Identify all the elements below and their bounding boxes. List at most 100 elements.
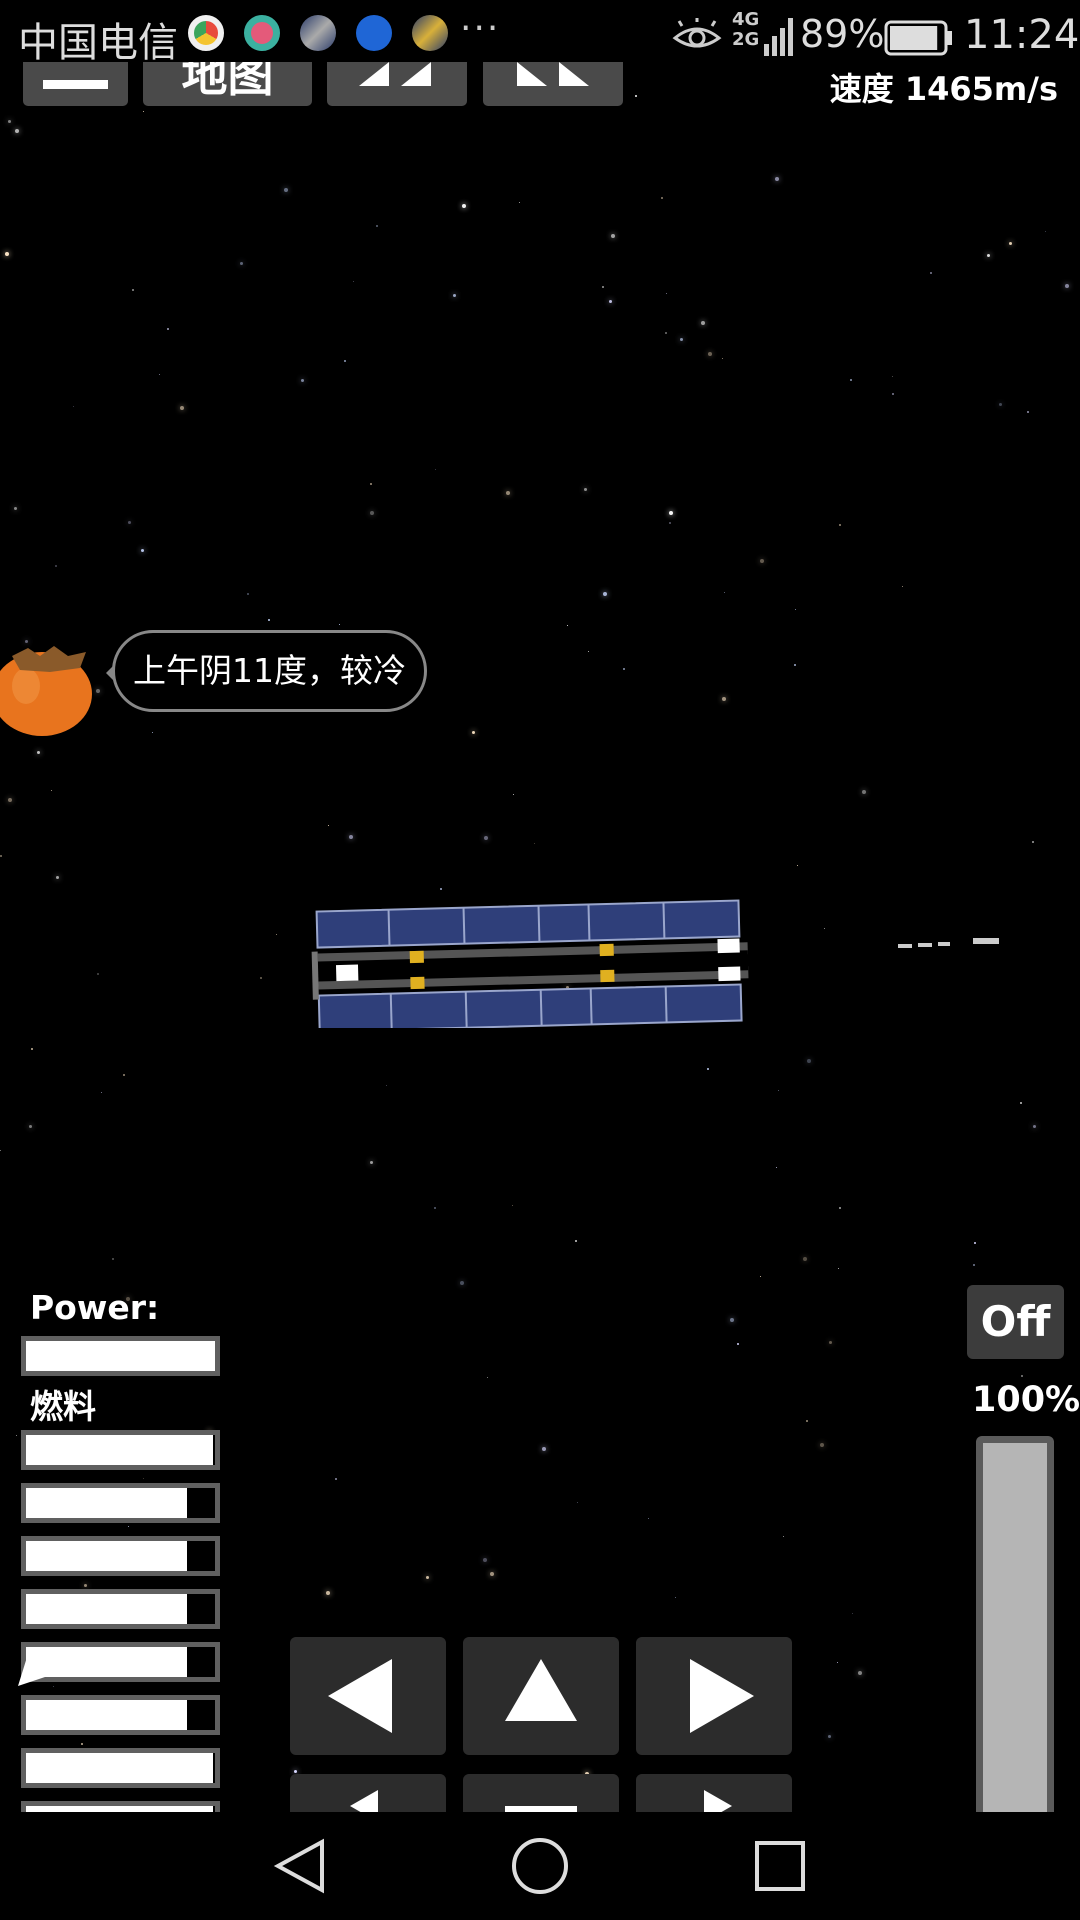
direction-pad [280, 1630, 800, 1812]
star [760, 1276, 761, 1277]
star [339, 624, 340, 625]
eye-comfort-icon [672, 18, 722, 48]
star [534, 843, 535, 844]
weather-speech-bubble[interactable]: 上午阴11度，较冷 [112, 630, 427, 712]
star [426, 1576, 429, 1579]
star [1027, 411, 1029, 413]
star [519, 202, 520, 203]
star [301, 379, 304, 382]
recents-button[interactable] [720, 1812, 840, 1920]
recents-icon [755, 1841, 805, 1891]
menu-button[interactable] [23, 62, 128, 106]
rocket-game-icon [300, 15, 336, 51]
rotate-right-icon [690, 1659, 754, 1733]
star [31, 1048, 33, 1050]
star [353, 281, 354, 282]
battery-percent: 89% [800, 12, 885, 56]
star [666, 293, 667, 294]
star [603, 592, 607, 596]
thrust-down-button[interactable] [463, 1774, 619, 1812]
star [829, 1341, 832, 1344]
star [8, 120, 11, 123]
debris-particles [898, 938, 999, 948]
star [575, 1240, 577, 1242]
star [839, 524, 841, 526]
star [1032, 841, 1034, 843]
fast-forward-button[interactable] [483, 62, 623, 106]
thrust-down-icon [505, 1806, 577, 1812]
star [577, 1502, 578, 1503]
right-button[interactable] [636, 1774, 792, 1812]
star [276, 934, 277, 935]
star [462, 204, 466, 208]
star [167, 328, 169, 330]
star [386, 1085, 387, 1086]
thrust-up-icon [505, 1659, 577, 1721]
star [112, 1258, 114, 1260]
engine-toggle-button[interactable]: Off [967, 1285, 1064, 1359]
star [892, 376, 893, 377]
navigation-bar [0, 1812, 1080, 1920]
star [602, 286, 604, 288]
star [609, 300, 612, 303]
map-button-label: 地图 [181, 62, 274, 102]
star [797, 865, 798, 866]
fuel-bar-fill [26, 1488, 187, 1518]
home-button[interactable] [480, 1812, 600, 1920]
star [260, 977, 262, 979]
star [623, 668, 625, 670]
star [326, 1591, 330, 1595]
fuel-bar [21, 1695, 220, 1735]
fuel-bar [21, 1589, 220, 1629]
star [128, 521, 131, 524]
map-button[interactable]: 地图 [143, 62, 312, 106]
rotate-left-button[interactable] [290, 1637, 446, 1755]
fuel-bar-fill [26, 1753, 214, 1783]
space-station-ship [311, 899, 749, 1028]
star [648, 1518, 649, 1519]
star [512, 1205, 513, 1206]
star [974, 1242, 976, 1244]
star [1021, 1375, 1023, 1377]
star [837, 1662, 838, 1663]
persimmon-icon[interactable] [0, 634, 102, 738]
star [434, 1207, 436, 1209]
star [5, 252, 9, 256]
star [661, 197, 663, 199]
star [635, 95, 637, 97]
star [73, 406, 74, 407]
star [460, 1281, 464, 1285]
star [999, 403, 1002, 406]
star [824, 928, 825, 929]
shield-security-icon [356, 15, 392, 51]
star [760, 559, 764, 563]
star [141, 549, 144, 552]
thrust-up-button[interactable] [463, 1637, 619, 1755]
star [37, 751, 40, 754]
left-button[interactable] [290, 1774, 446, 1812]
star [123, 1074, 125, 1076]
star [930, 272, 932, 274]
star [839, 1207, 841, 1209]
star [453, 294, 456, 297]
rewind-button[interactable] [327, 62, 467, 106]
rewind-icon [359, 62, 431, 86]
star [680, 338, 683, 341]
star [349, 835, 353, 839]
star [611, 234, 615, 238]
rotate-left-icon [328, 1659, 392, 1733]
rotate-right-button[interactable] [636, 1637, 792, 1755]
star [987, 254, 990, 257]
clock: 11:24 [964, 12, 1080, 58]
star [335, 1478, 337, 1480]
fuel-bar [21, 1801, 220, 1812]
throttle-percent: 100% [972, 1380, 1080, 1420]
fuel-bar [21, 1483, 220, 1523]
star [513, 794, 514, 795]
fuel-bar [21, 1748, 220, 1788]
star [284, 188, 288, 192]
back-button[interactable] [240, 1812, 360, 1920]
star [794, 664, 796, 666]
star [803, 1257, 807, 1261]
throttle-slider[interactable] [976, 1436, 1054, 1812]
